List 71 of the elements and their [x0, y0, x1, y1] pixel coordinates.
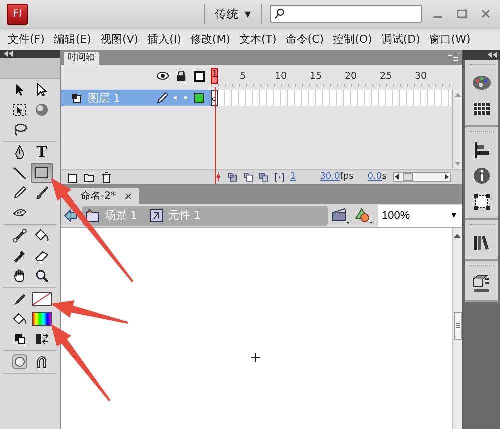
fill-color-swatch[interactable] [31, 309, 53, 329]
close-button[interactable] [480, 8, 492, 20]
dot-icon[interactable] [184, 96, 188, 100]
search-field[interactable] [270, 5, 422, 23]
menu-item[interactable]: 文本(T) [237, 32, 279, 47]
trash-icon[interactable] [101, 172, 112, 182]
frame-number: 10 [274, 70, 288, 82]
onion-skin-icon[interactable] [228, 172, 238, 182]
new-layer-icon[interactable] [67, 172, 78, 182]
vertical-scrollbar[interactable] [452, 228, 462, 429]
menu-item[interactable]: 插入(I) [146, 32, 184, 47]
scene-icon [86, 208, 100, 222]
frame-number: 5 [239, 70, 248, 82]
layer-name: 图层 1 [88, 90, 122, 106]
menu-item[interactable]: 调试(D) [379, 32, 422, 47]
close-tab-button[interactable]: × [124, 190, 134, 202]
folder-icon[interactable] [84, 172, 95, 182]
scroll-left-icon[interactable] [394, 174, 399, 180]
scroll-right-icon[interactable] [445, 174, 449, 180]
lock-icon[interactable] [176, 70, 187, 82]
dot-icon[interactable] [174, 96, 178, 100]
panel-menu-icon[interactable] [448, 55, 458, 62]
collapse-icon[interactable] [488, 52, 497, 58]
menu-item[interactable]: 文件(F) [6, 32, 47, 47]
text-tool[interactable]: T [31, 143, 53, 163]
menu-item[interactable]: 视图(V) [98, 32, 141, 47]
stroke-color-swatch[interactable] [31, 289, 53, 309]
frame-number: 30 [414, 70, 428, 82]
outline-icon[interactable] [194, 70, 205, 82]
pencil-icon [156, 92, 168, 104]
layer-color-swatch[interactable] [194, 92, 205, 104]
marker-range-icon[interactable] [274, 172, 284, 182]
frame-rate[interactable]: 30.0fps [320, 172, 354, 182]
eye-icon[interactable] [157, 71, 169, 81]
menu-item[interactable]: 命令(C) [284, 32, 326, 47]
panel-header [0, 58, 60, 79]
timeline-tab[interactable]: 时间轴 [64, 52, 99, 65]
library-icon[interactable] [472, 233, 492, 253]
menu-item[interactable]: 修改(M) [188, 32, 232, 47]
menu-item[interactable]: 控制(O) [331, 32, 374, 47]
playhead-icon[interactable] [215, 172, 222, 182]
onion-skin-icon[interactable] [259, 172, 269, 182]
zoom-dropdown[interactable]: 100% ▼ [378, 204, 462, 226]
layer-icon [71, 92, 82, 104]
caret-icon: ▼ [244, 10, 251, 18]
frame-number: 20 [344, 70, 358, 82]
menu-item[interactable]: 窗口(W) [427, 32, 473, 47]
rectangle-icon[interactable] [31, 163, 53, 183]
maximize-button[interactable] [456, 8, 468, 20]
search-icon [274, 8, 286, 20]
registration-cross-icon [251, 353, 260, 362]
horizontal-scrollbar[interactable] [392, 172, 451, 182]
palette-icon[interactable] [472, 73, 492, 93]
workspace-menu[interactable]: 传统 ▼ [212, 6, 253, 22]
frame-number: 25 [379, 70, 394, 82]
scrollbar-thumb[interactable] [402, 173, 413, 181]
components-icon[interactable] [472, 274, 492, 294]
onion-skin-icon[interactable] [244, 172, 254, 182]
menu-item[interactable]: 编辑(E) [52, 32, 94, 47]
elapsed-time: 0.0s [368, 172, 387, 182]
app-logo: Fl [7, 4, 28, 24]
shapes-icon[interactable] [355, 206, 374, 224]
transform-icon[interactable] [472, 192, 492, 212]
scroll-up-icon[interactable] [454, 234, 461, 238]
back-arrow-icon[interactable] [64, 208, 78, 222]
info-icon[interactable] [472, 166, 492, 186]
clapperboard-icon[interactable] [332, 206, 351, 224]
frame-number: 15 [309, 70, 324, 82]
scrollbar-thumb[interactable] [454, 312, 462, 340]
current-frame[interactable]: 1 [290, 172, 296, 182]
symbol-icon [150, 208, 164, 222]
